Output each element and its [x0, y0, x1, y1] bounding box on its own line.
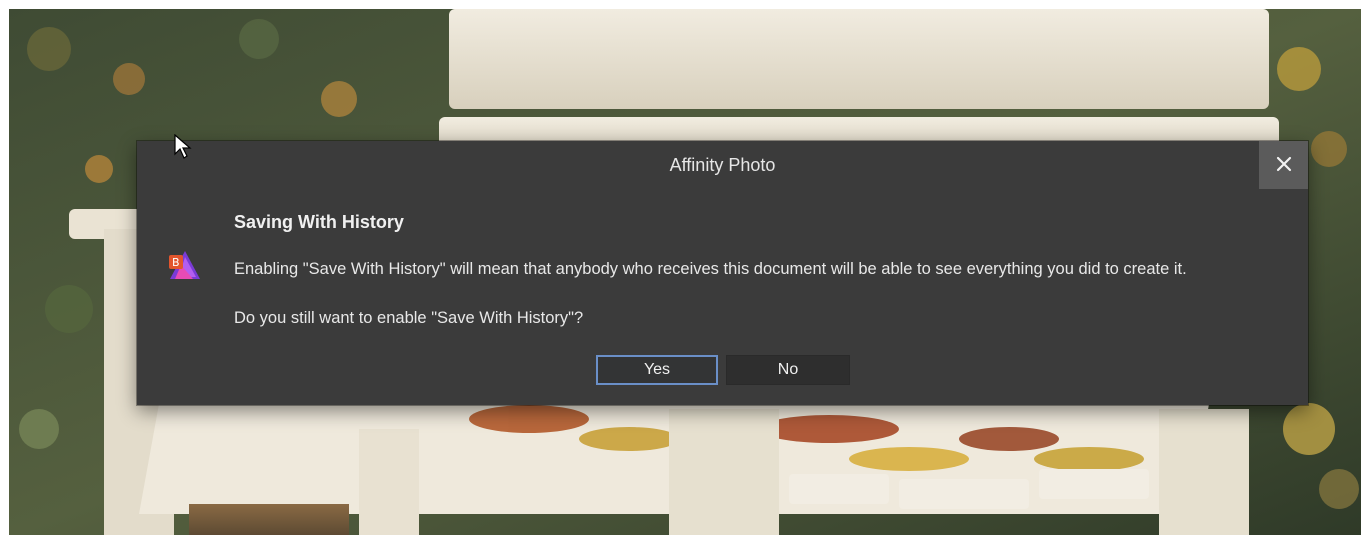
affinity-photo-icon: B [169, 249, 201, 283]
save-with-history-dialog: Affinity Photo B Saving With History Ena… [137, 141, 1308, 405]
dialog-question: Do you still want to enable "Save With H… [234, 309, 584, 327]
mouse-cursor-icon [174, 133, 192, 160]
no-button[interactable]: No [726, 355, 850, 385]
yes-button[interactable]: Yes [596, 355, 718, 385]
screen: Affinity Photo B Saving With History Ena… [0, 0, 1361, 535]
close-button[interactable] [1259, 141, 1308, 189]
dialog-title: Affinity Photo [669, 155, 776, 175]
dialog-heading: Saving With History [234, 212, 404, 232]
dialog-message: Enabling "Save With History" will mean t… [234, 260, 1187, 278]
svg-text:B: B [172, 256, 180, 269]
close-icon [1276, 152, 1292, 178]
dialog-titlebar[interactable]: Affinity Photo [137, 141, 1308, 189]
